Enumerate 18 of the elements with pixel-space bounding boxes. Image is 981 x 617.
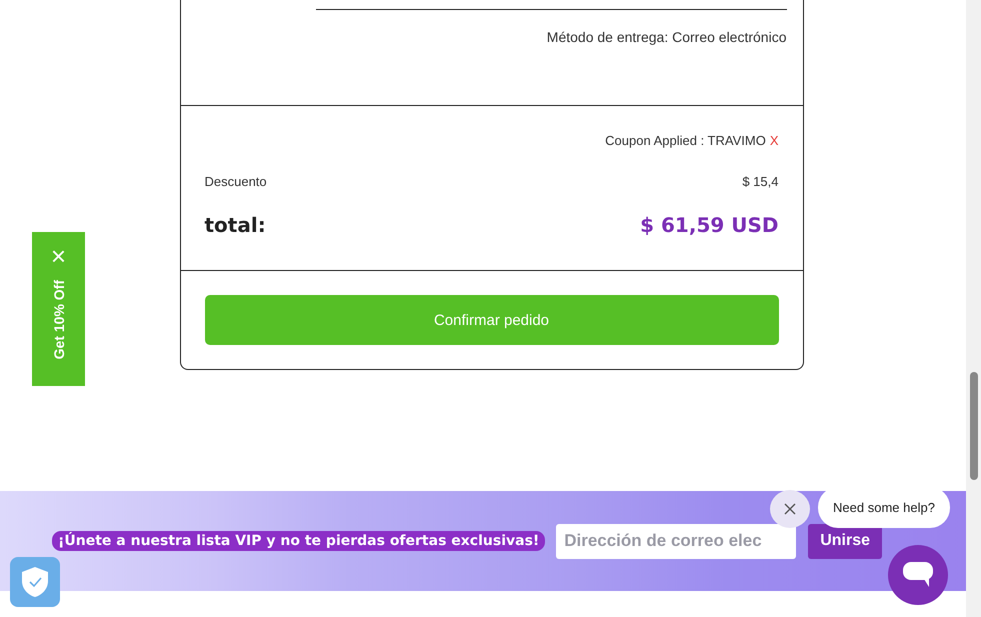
chat-bubble-icon (902, 561, 934, 589)
side-tab-label: Get 10% Off (50, 280, 66, 360)
discount-label: Descuento (204, 174, 267, 189)
close-icon (784, 503, 796, 515)
vip-message: ¡Únete a nuestra lista VIP y no te pierdas ofertas exclusivas! (52, 531, 546, 551)
total-value: $ 61,59 USD (640, 213, 778, 237)
shield-check-button[interactable] (10, 557, 60, 607)
close-side-tab-button[interactable]: × (50, 246, 66, 266)
discount-value: $ 15,4 (742, 174, 778, 189)
coupon-applied-text: Coupon Applied : TRAVIMO (605, 132, 766, 148)
total-label: total: (204, 213, 266, 237)
shield-check-icon (21, 566, 49, 598)
discount-side-tab[interactable]: × Get 10% Off (32, 232, 85, 386)
remove-coupon-button[interactable]: X (770, 132, 778, 148)
join-button[interactable]: Unirse (808, 524, 882, 558)
confirm-order-button[interactable]: Confirmar pedido (204, 295, 778, 345)
delivery-method-text: Método de entrega: Correo electrónico (546, 29, 786, 45)
email-field[interactable]: Dirección de correo elec (556, 524, 796, 558)
